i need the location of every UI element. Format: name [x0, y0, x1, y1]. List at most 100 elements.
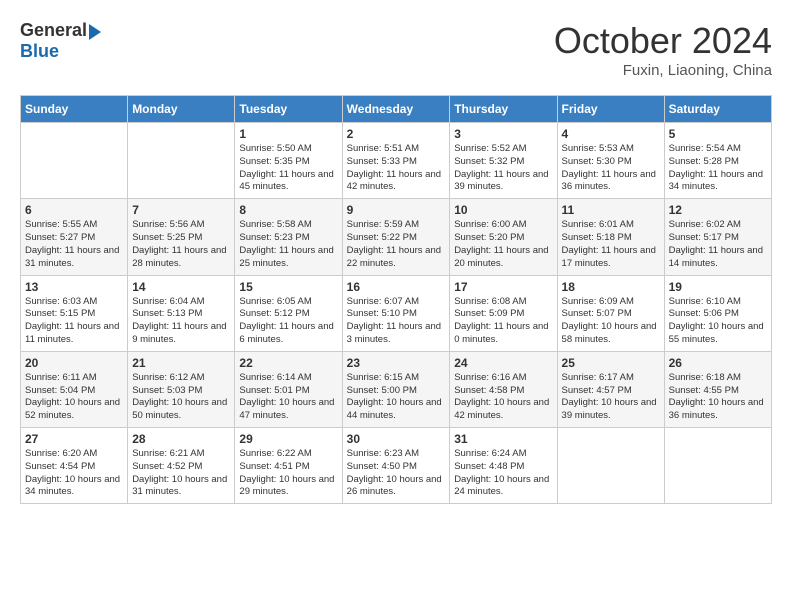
day-cell: 16 Sunrise: 6:07 AM Sunset: 5:10 PM Dayli…: [342, 275, 450, 351]
day-info: Sunrise: 6:02 AM Sunset: 5:17 PM Dayligh…: [669, 219, 767, 270]
title-block: October 2024 Fuxin, Liaoning, China: [554, 20, 772, 79]
page-header: General Blue October 2024 Fuxin, Liaonin…: [20, 20, 772, 79]
column-header-thursday: Thursday: [450, 96, 557, 123]
day-info: Sunrise: 6:10 AM Sunset: 5:06 PM Dayligh…: [669, 296, 767, 347]
day-info: Sunrise: 5:59 AM Sunset: 5:22 PM Dayligh…: [347, 219, 446, 270]
day-number: 11: [562, 203, 660, 217]
week-row-3: 13 Sunrise: 6:03 AM Sunset: 5:15 PM Dayli…: [21, 275, 772, 351]
day-info: Sunrise: 6:01 AM Sunset: 5:18 PM Dayligh…: [562, 219, 660, 270]
day-cell: 18Sunrise: 6:09 AM Sunset: 5:07 PM Dayli…: [557, 275, 664, 351]
day-info: Sunrise: 6:21 AM Sunset: 4:52 PM Dayligh…: [132, 448, 230, 499]
day-info: Sunrise: 6:00 AM Sunset: 5:20 PM Dayligh…: [454, 219, 552, 270]
day-info: Sunrise: 6:15 AM Sunset: 5:00 PM Dayligh…: [347, 372, 446, 423]
month-title: October 2024: [554, 20, 772, 62]
day-number: 24: [454, 356, 552, 370]
day-info: Sunrise: 5:58 AM Sunset: 5:23 PM Dayligh…: [239, 219, 337, 270]
day-cell: 13 Sunrise: 6:03 AM Sunset: 5:15 PM Dayli…: [21, 275, 128, 351]
day-cell: 31Sunrise: 6:24 AM Sunset: 4:48 PM Dayli…: [450, 428, 557, 504]
day-number: 10: [454, 203, 552, 217]
day-cell: 12 Sunrise: 6:02 AM Sunset: 5:17 PM Dayli…: [664, 199, 771, 275]
day-cell: 2Sunrise: 5:51 AM Sunset: 5:33 PM Daylig…: [342, 123, 450, 199]
day-info: Sunrise: 5:53 AM Sunset: 5:30 PM Dayligh…: [562, 143, 660, 194]
day-info: Sunrise: 6:03 AM Sunset: 5:15 PM Dayligh…: [25, 296, 123, 347]
day-number: 9: [347, 203, 446, 217]
column-header-monday: Monday: [128, 96, 235, 123]
day-cell: 17 Sunrise: 6:08 AM Sunset: 5:09 PM Dayli…: [450, 275, 557, 351]
day-cell: 5 Sunrise: 5:54 AM Sunset: 5:28 PM Daylig…: [664, 123, 771, 199]
day-number: 13: [25, 280, 123, 294]
day-cell: 15Sunrise: 6:05 AM Sunset: 5:12 PM Dayli…: [235, 275, 342, 351]
day-cell: 14 Sunrise: 6:04 AM Sunset: 5:13 PM Dayli…: [128, 275, 235, 351]
day-info: Sunrise: 6:05 AM Sunset: 5:12 PM Dayligh…: [239, 296, 337, 347]
day-number: 28: [132, 432, 230, 446]
day-number: 3: [454, 127, 552, 141]
day-info: Sunrise: 5:52 AM Sunset: 5:32 PM Dayligh…: [454, 143, 552, 194]
day-cell: 29 Sunrise: 6:22 AM Sunset: 4:51 PM Dayli…: [235, 428, 342, 504]
day-info: Sunrise: 6:23 AM Sunset: 4:50 PM Dayligh…: [347, 448, 446, 499]
day-info: Sunrise: 6:07 AM Sunset: 5:10 PM Dayligh…: [347, 296, 446, 347]
day-cell: 7Sunrise: 5:56 AM Sunset: 5:25 PM Daylig…: [128, 199, 235, 275]
day-cell: [557, 428, 664, 504]
day-info: Sunrise: 5:50 AM Sunset: 5:35 PM Dayligh…: [239, 143, 337, 194]
day-cell: 8Sunrise: 5:58 AM Sunset: 5:23 PM Daylig…: [235, 199, 342, 275]
calendar-header-row: SundayMondayTuesdayWednesdayThursdayFrid…: [21, 96, 772, 123]
day-cell: [664, 428, 771, 504]
day-cell: 1 Sunrise: 5:50 AM Sunset: 5:35 PM Daylig…: [235, 123, 342, 199]
day-number: 23: [347, 356, 446, 370]
day-cell: 3 Sunrise: 5:52 AM Sunset: 5:32 PM Daylig…: [450, 123, 557, 199]
day-number: 6: [25, 203, 123, 217]
day-info: Sunrise: 6:20 AM Sunset: 4:54 PM Dayligh…: [25, 448, 123, 499]
day-info: Sunrise: 5:54 AM Sunset: 5:28 PM Dayligh…: [669, 143, 767, 194]
day-number: 21: [132, 356, 230, 370]
day-cell: 4 Sunrise: 5:53 AM Sunset: 5:30 PM Daylig…: [557, 123, 664, 199]
day-info: Sunrise: 6:17 AM Sunset: 4:57 PM Dayligh…: [562, 372, 660, 423]
day-number: 4: [562, 127, 660, 141]
day-cell: 9 Sunrise: 5:59 AM Sunset: 5:22 PM Daylig…: [342, 199, 450, 275]
day-number: 27: [25, 432, 123, 446]
day-number: 25: [562, 356, 660, 370]
day-number: 31: [454, 432, 552, 446]
logo-blue-text: Blue: [20, 41, 59, 62]
logo-arrow-icon: [89, 24, 101, 40]
day-cell: 25 Sunrise: 6:17 AM Sunset: 4:57 PM Dayli…: [557, 351, 664, 427]
week-row-2: 6 Sunrise: 5:55 AM Sunset: 5:27 PM Daylig…: [21, 199, 772, 275]
column-header-wednesday: Wednesday: [342, 96, 450, 123]
day-info: Sunrise: 6:14 AM Sunset: 5:01 PM Dayligh…: [239, 372, 337, 423]
day-number: 5: [669, 127, 767, 141]
day-cell: 19 Sunrise: 6:10 AM Sunset: 5:06 PM Dayli…: [664, 275, 771, 351]
day-cell: 24 Sunrise: 6:16 AM Sunset: 4:58 PM Dayli…: [450, 351, 557, 427]
day-cell: 26Sunrise: 6:18 AM Sunset: 4:55 PM Dayli…: [664, 351, 771, 427]
day-info: Sunrise: 6:22 AM Sunset: 4:51 PM Dayligh…: [239, 448, 337, 499]
day-number: 19: [669, 280, 767, 294]
column-header-tuesday: Tuesday: [235, 96, 342, 123]
day-number: 20: [25, 356, 123, 370]
day-number: 14: [132, 280, 230, 294]
day-info: Sunrise: 6:04 AM Sunset: 5:13 PM Dayligh…: [132, 296, 230, 347]
day-number: 7: [132, 203, 230, 217]
day-cell: 20Sunrise: 6:11 AM Sunset: 5:04 PM Dayli…: [21, 351, 128, 427]
day-cell: 21Sunrise: 6:12 AM Sunset: 5:03 PM Dayli…: [128, 351, 235, 427]
day-number: 1: [239, 127, 337, 141]
day-info: Sunrise: 6:18 AM Sunset: 4:55 PM Dayligh…: [669, 372, 767, 423]
day-cell: 10 Sunrise: 6:00 AM Sunset: 5:20 PM Dayli…: [450, 199, 557, 275]
day-cell: 23 Sunrise: 6:15 AM Sunset: 5:00 PM Dayli…: [342, 351, 450, 427]
day-number: 2: [347, 127, 446, 141]
day-info: Sunrise: 6:08 AM Sunset: 5:09 PM Dayligh…: [454, 296, 552, 347]
logo-general-text: General: [20, 20, 87, 41]
day-info: Sunrise: 6:16 AM Sunset: 4:58 PM Dayligh…: [454, 372, 552, 423]
day-number: 17: [454, 280, 552, 294]
day-cell: [21, 123, 128, 199]
day-number: 12: [669, 203, 767, 217]
day-number: 16: [347, 280, 446, 294]
week-row-4: 20Sunrise: 6:11 AM Sunset: 5:04 PM Dayli…: [21, 351, 772, 427]
day-info: Sunrise: 5:55 AM Sunset: 5:27 PM Dayligh…: [25, 219, 123, 270]
day-cell: 30Sunrise: 6:23 AM Sunset: 4:50 PM Dayli…: [342, 428, 450, 504]
location-text: Fuxin, Liaoning, China: [554, 62, 772, 79]
column-header-friday: Friday: [557, 96, 664, 123]
day-number: 29: [239, 432, 337, 446]
calendar-table: SundayMondayTuesdayWednesdayThursdayFrid…: [20, 95, 772, 504]
week-row-1: 1 Sunrise: 5:50 AM Sunset: 5:35 PM Daylig…: [21, 123, 772, 199]
day-cell: 27 Sunrise: 6:20 AM Sunset: 4:54 PM Dayli…: [21, 428, 128, 504]
day-info: Sunrise: 6:09 AM Sunset: 5:07 PM Dayligh…: [562, 296, 660, 347]
day-number: 22: [239, 356, 337, 370]
